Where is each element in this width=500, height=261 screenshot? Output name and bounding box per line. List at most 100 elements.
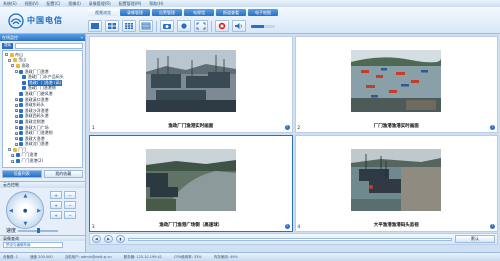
tab-6[interactable]: 电子地图 (248, 9, 278, 16)
layout-4-icon[interactable] (105, 20, 119, 32)
ptz-button[interactable]: − (64, 201, 76, 209)
status-item: 当前用户: admin@dxtt.zj.cn (64, 254, 112, 259)
expand-icon[interactable]: + (11, 153, 15, 157)
expand-icon[interactable]: + (11, 159, 15, 163)
device-tree: - 舟山 - 岱山 - 渔政 - 渔政厂门渔港 渔政厂门水产品码头 渔政厂门渔港 (高) 渔政厂门渔… (2, 50, 83, 168)
layout-1-icon[interactable] (88, 20, 102, 32)
page-icon[interactable]: ▮ (116, 235, 125, 243)
collapse-icon[interactable]: - (11, 64, 15, 68)
ptz-button[interactable]: − (64, 191, 76, 199)
tab-4[interactable]: 电视墙 (184, 9, 214, 16)
menu-item[interactable]: 配置(C) (47, 1, 61, 7)
snapshot-icon[interactable] (160, 20, 174, 32)
toolbar-separator (156, 20, 157, 32)
ptz-center-icon[interactable]: ● (23, 208, 27, 214)
expand-icon[interactable]: + (14, 126, 18, 130)
collapse-icon[interactable]: - (8, 148, 12, 152)
collapse-icon[interactable]: - (8, 58, 12, 62)
menu-item[interactable]: 系统(S) (3, 1, 17, 7)
folder-icon (12, 58, 17, 63)
camera-icon (22, 86, 27, 91)
menu-item[interactable]: 配置管理(M) (119, 1, 142, 7)
status-item: 内存使用: 49% (213, 254, 238, 259)
tab-2[interactable]: 录像管理 (120, 9, 150, 16)
video-area: 渔政厂门渔港实时画面 1? 厂门渔港渔港实时画面 2? 渔政厂门渔港广场侧（高速球） 3?… (87, 34, 500, 252)
window-index: 1 (92, 125, 95, 130)
video-window[interactable]: 大平渔港渔港码头监视 4? (294, 135, 498, 232)
camera-caption: 厂门渔港渔港实时画面 (373, 124, 419, 129)
ptz-left-icon[interactable]: ◀ (9, 208, 13, 214)
volume-slider[interactable] (251, 24, 275, 28)
ptz-button[interactable]: + (50, 201, 62, 209)
camera-feed[interactable] (145, 49, 236, 112)
layout-16-icon[interactable] (139, 20, 153, 32)
layout-preset-button[interactable]: 预设与编辑布局 (3, 242, 63, 248)
sidebar-collapse-icon[interactable]: « (81, 35, 83, 40)
ptz-zoom-focus-buttons: + − + − + − (50, 191, 76, 219)
tab-5[interactable]: 报道查看 (216, 9, 246, 16)
expand-icon[interactable]: + (14, 131, 18, 135)
camera-feed[interactable] (351, 49, 442, 112)
camera-icon (19, 108, 24, 113)
camera-feed[interactable] (351, 148, 442, 211)
tree-node-label: 厂门渔港(2) (21, 158, 44, 164)
ptz-button[interactable]: + (50, 191, 62, 199)
status-item: 服务器: 125.10.199.41 (123, 254, 163, 259)
brand-logo: 中国电信 (8, 10, 63, 31)
ptz-button[interactable]: − (64, 211, 76, 219)
speed-slider-thumb[interactable] (37, 228, 41, 233)
expand-icon[interactable]: + (14, 109, 18, 113)
menu-item[interactable]: 视图(V) (25, 1, 39, 7)
collapse-icon[interactable]: - (14, 70, 18, 74)
expand-icon[interactable]: + (14, 98, 18, 102)
sidebar-tab[interactable]: 设备列表 (2, 170, 42, 178)
fullscreen-icon[interactable] (194, 20, 208, 32)
tree-node[interactable]: + 厂门渔港(2) (5, 158, 80, 164)
search-input[interactable] (15, 42, 83, 49)
window-menubar: 系统(S) 视图(V) 配置(C) 图像(I) 录像管理(R) 配置管理(M) 帮助(H) (0, 0, 500, 7)
expand-icon[interactable]: + (14, 120, 18, 124)
info-icon[interactable]: ? (284, 224, 290, 229)
volume-icon[interactable] (232, 20, 246, 32)
ptz-direction-pad[interactable]: ▲ ▼ ◀ ▶ ● (6, 191, 44, 229)
speed-slider[interactable] (18, 228, 59, 233)
expand-icon[interactable]: + (14, 114, 18, 118)
info-icon[interactable]: ? (490, 125, 495, 130)
camera-icon (15, 153, 20, 158)
info-icon[interactable]: ? (490, 224, 495, 229)
ptz-button[interactable]: + (50, 211, 62, 219)
stop-icon[interactable] (215, 20, 229, 32)
tab-1[interactable]: 视频浏览 (88, 9, 118, 16)
ptz-speed: 速度 (6, 227, 59, 234)
next-icon[interactable]: ▶ (104, 235, 113, 243)
record-icon[interactable] (177, 20, 191, 32)
ptz-control: ▲ ▼ ◀ ▶ ● + − + − + − 速度 (0, 188, 85, 234)
video-window[interactable]: 厂门渔港渔港实时画面 2? (294, 36, 498, 133)
main-tabs: 视频浏览 录像管理 告警管理 电视墙 报道查看 电子地图 (88, 9, 278, 16)
menu-item[interactable]: 图像(I) (68, 1, 80, 7)
sidebar-title: 在线监控 (2, 34, 18, 40)
expand-icon[interactable]: + (14, 142, 18, 146)
collapse-icon[interactable]: - (5, 53, 8, 57)
sidebar-tab[interactable]: 我的收藏 (43, 170, 83, 178)
sidebar-tabs: 设备列表 我的收藏 (2, 170, 83, 178)
video-window[interactable]: 渔政厂门渔港广场侧（高速球） 3? (89, 135, 293, 232)
tab-3[interactable]: 告警管理 (152, 9, 182, 16)
layout-9-icon[interactable] (122, 20, 136, 32)
ptz-up-icon[interactable]: ▲ (24, 193, 28, 199)
playback-progress[interactable] (128, 237, 452, 241)
video-window[interactable]: 渔政厂门渔港实时画面 1? (89, 36, 293, 133)
camera-feed[interactable] (145, 148, 236, 211)
tree-node-label: 渔政沈门渔港 (24, 141, 49, 147)
camera-icon (19, 114, 24, 119)
folder-icon (12, 147, 17, 152)
expand-icon[interactable]: + (14, 137, 18, 141)
prev-icon[interactable]: ◀ (92, 235, 101, 243)
menu-item[interactable]: 录像管理(R) (89, 1, 111, 7)
info-icon[interactable]: ? (284, 125, 290, 130)
search-button[interactable]: 搜索 (2, 42, 13, 49)
default-button[interactable]: 默认 (455, 235, 495, 243)
menu-item[interactable]: 帮助(H) (149, 1, 163, 7)
expand-icon[interactable]: + (14, 103, 18, 107)
ptz-right-icon[interactable]: ▶ (37, 208, 41, 214)
